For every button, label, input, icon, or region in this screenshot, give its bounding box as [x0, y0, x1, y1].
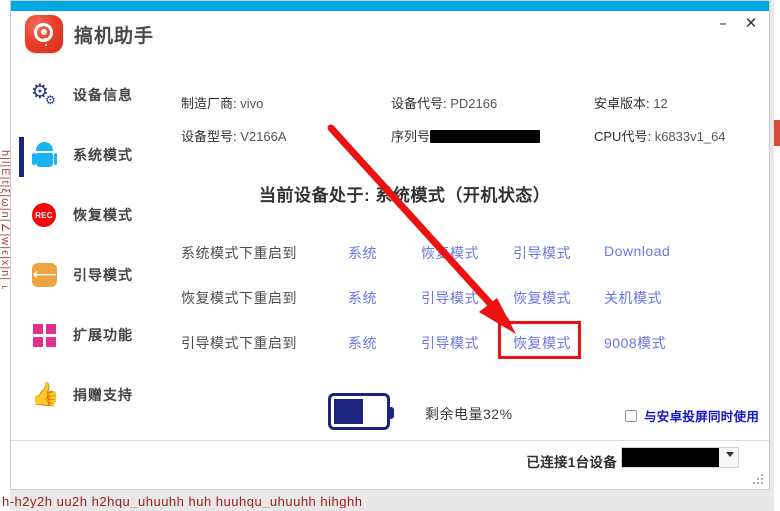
sidebar-item-recovery-mode[interactable]: REC 恢复模式: [29, 195, 159, 235]
resize-grip-icon[interactable]: [753, 474, 765, 486]
minimize-button[interactable]: –: [709, 12, 737, 34]
screen: h|l|E|t|ξ|ω|n|∠|w|ϵ|x|n|⌐ h-h2y2h uu2h h…: [0, 0, 780, 511]
battery-icon: [328, 393, 394, 430]
back-arrow-icon: ⟵: [29, 260, 59, 290]
device-select-dropdown[interactable]: [621, 447, 739, 468]
info-device-codename: 设备代号: PD2166: [391, 93, 497, 112]
background-left-text: h|l|E|t|ξ|ω|n|∠|w|ϵ|x|n|⌐: [0, 150, 10, 295]
gear-icon: ⚙ ⚙: [31, 79, 56, 107]
info-label: 制造厂商:: [181, 96, 237, 111]
background-right-mark: [774, 120, 780, 146]
checkbox-box[interactable]: [625, 409, 637, 422]
mode-row-caption: 系统模式下重启到: [181, 245, 297, 261]
battery-fill-level: [334, 399, 363, 424]
rec-icon-text: REC: [32, 203, 56, 227]
info-android-version: 安卓版本: 12: [594, 93, 668, 112]
app-title: 搞机助手: [74, 25, 155, 47]
sidebar-item-donate[interactable]: 👍 捐赠支持: [29, 375, 159, 415]
reboot-to-shutdown-from-recovery[interactable]: 关机模式: [604, 288, 662, 308]
app-brand: 搞机助手: [25, 15, 154, 53]
status-bar: 已连接1台设备: [11, 440, 769, 489]
current-mode-status: 当前设备处于: 系统模式（开机状态）: [259, 186, 551, 205]
sidebar-item-label: 系统模式: [73, 147, 133, 163]
redacted-device-name: [622, 448, 719, 467]
android-icon: [29, 140, 59, 170]
info-label: CPU代号:: [594, 129, 652, 144]
info-value: PD2166: [450, 96, 498, 111]
background-bottom-text: h-h2y2h uu2h h2hqu_uhuuhh huh huuhqu_uhu…: [2, 494, 363, 508]
arrow-annotation-icon: [327, 124, 516, 334]
sidebar-item-label: 设备信息: [73, 87, 133, 103]
mode-row-caption: 引导模式下重启到: [181, 335, 297, 351]
reboot-to-system-from-system[interactable]: 系统: [348, 243, 377, 263]
window-controls: – ✕: [709, 11, 765, 35]
app-window: – ✕ 搞机助手 ⚙ ⚙ 设备信息 系统模式 REC 恢复模式 ⟵ 引导模式 扩…: [10, 0, 770, 490]
info-label: 设备代号:: [391, 96, 447, 111]
sidebar: ⚙ ⚙ 设备信息 系统模式 REC 恢复模式 ⟵ 引导模式 扩展功能 👍 捐赠支…: [11, 63, 161, 463]
reboot-to-bootloader-from-bootloader[interactable]: 引导模式: [421, 333, 479, 353]
reboot-to-recovery-from-system[interactable]: 恢复模式: [421, 243, 479, 263]
info-label: 序列号: [391, 129, 431, 144]
reboot-to-9008-from-bootloader[interactable]: 9008模式: [604, 333, 666, 353]
sidebar-item-system-mode[interactable]: 系统模式: [29, 135, 159, 175]
sidebar-item-label: 恢复模式: [73, 207, 133, 223]
info-label: 设备型号:: [181, 129, 237, 144]
connection-status-text: 已连接1台设备: [526, 455, 617, 470]
battery-level-text: 剩余电量32%: [425, 406, 513, 422]
info-value: k6833v1_64: [654, 129, 726, 144]
reboot-to-recovery-from-recovery[interactable]: 恢复模式: [513, 288, 571, 308]
reboot-to-recovery-from-bootloader[interactable]: 恢复模式: [513, 333, 571, 353]
sidebar-item-extensions[interactable]: 扩展功能: [29, 315, 159, 355]
info-value: vivo: [240, 96, 264, 111]
info-cpu-codename: CPU代号: k6833v1_64: [594, 126, 726, 145]
reboot-to-system-from-bootloader[interactable]: 系统: [348, 333, 377, 353]
redacted-serial: [430, 130, 541, 143]
reboot-to-system-from-recovery[interactable]: 系统: [348, 288, 377, 308]
chevron-down-icon: [726, 452, 734, 457]
sidebar-item-bootloader-mode[interactable]: ⟵ 引导模式: [29, 255, 159, 295]
info-value: V2166A: [240, 129, 287, 144]
sidebar-item-label: 扩展功能: [73, 327, 133, 343]
rec-icon: REC: [29, 200, 59, 230]
title-bar: [11, 1, 769, 11]
reboot-to-bootloader-from-system[interactable]: 引导模式: [513, 243, 571, 263]
reboot-to-bootloader-from-recovery[interactable]: 引导模式: [421, 288, 479, 308]
checkbox-label: 与安卓投屏同时使用: [644, 410, 760, 424]
grid-icon: [29, 320, 59, 350]
mirror-with-android-checkbox[interactable]: 与安卓投屏同时使用: [625, 406, 759, 425]
info-device-model: 设备型号: V2166A: [181, 126, 287, 145]
info-value: 12: [653, 96, 668, 111]
reboot-to-download-from-system[interactable]: Download: [604, 243, 670, 259]
thumbs-up-icon: 👍: [31, 382, 60, 408]
background-right-strip: [774, 0, 780, 511]
close-button[interactable]: ✕: [737, 12, 765, 34]
app-logo-icon: [25, 15, 63, 53]
sidebar-active-indicator: [19, 137, 24, 177]
sidebar-item-label: 捐赠支持: [73, 387, 133, 403]
sidebar-item-device-info[interactable]: ⚙ ⚙ 设备信息: [29, 75, 159, 115]
sidebar-item-label: 引导模式: [73, 267, 133, 283]
mode-row-caption: 恢复模式下重启到: [181, 290, 297, 306]
info-manufacturer: 制造厂商: vivo: [181, 93, 263, 112]
background-left-strip: h|l|E|t|ξ|ω|n|∠|w|ϵ|x|n|⌐: [0, 0, 10, 511]
info-serial-number: 序列号: [391, 126, 541, 145]
info-label: 安卓版本:: [594, 96, 650, 111]
